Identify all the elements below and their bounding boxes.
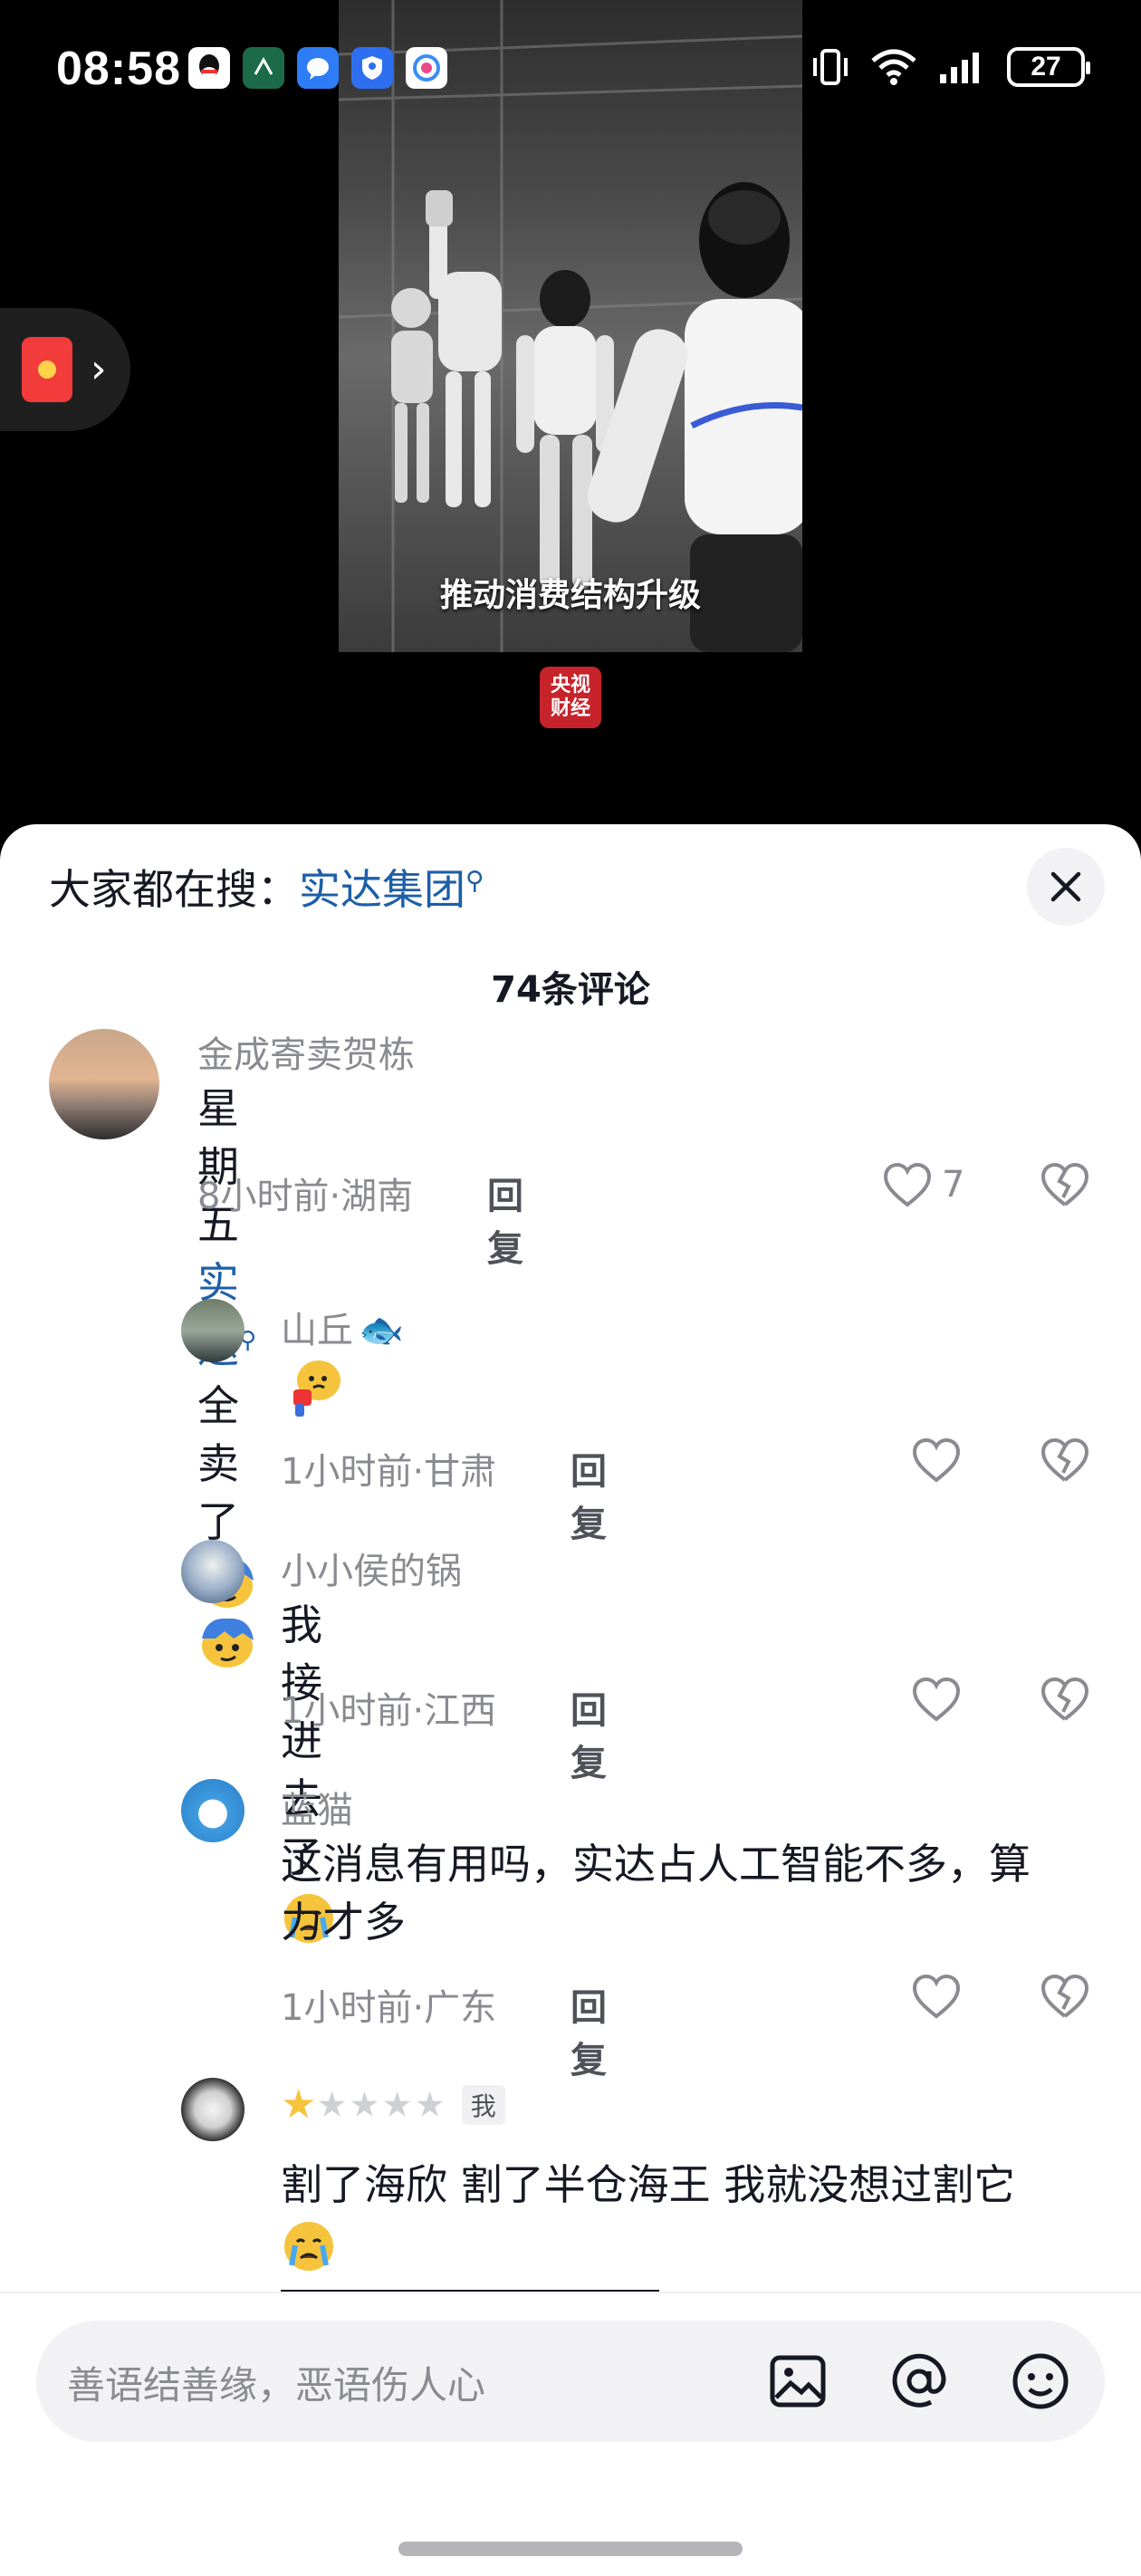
comment-author[interactable]: ★★★★★ 我 [281, 2081, 505, 2128]
close-icon [1050, 871, 1081, 902]
browser-icon [406, 47, 447, 89]
wifi-icon [871, 49, 916, 85]
fish-icon: 🐟 [359, 1310, 404, 1351]
emoji-button[interactable] [1009, 2350, 1072, 2413]
at-sign-icon [892, 2353, 946, 2408]
heart-icon [912, 1974, 961, 2019]
smiley-icon [1012, 2353, 1069, 2409]
heart-icon [912, 1437, 961, 1483]
star-filled-icon: ★ [281, 2081, 317, 2128]
reply-button[interactable]: 回复 [570, 1442, 607, 1547]
avatar[interactable] [181, 1779, 244, 1842]
like-count: 7 [942, 1164, 965, 1206]
rating-stars-icon: ★★★★ [316, 2084, 447, 2125]
vibrate-icon [813, 49, 848, 85]
search-suggestion-prefix: 大家都在搜： [49, 865, 299, 914]
broken-heart-icon [1040, 1974, 1089, 2018]
qq-icon [188, 47, 230, 89]
broken-heart-icon [1040, 1437, 1089, 1482]
search-suggestion-keyword[interactable]: 实达集团 [299, 865, 465, 914]
comment-author[interactable]: 金成寄卖贺栋 [197, 1025, 415, 1078]
app-icon [243, 47, 284, 89]
heart-icon [912, 1677, 961, 1722]
avatar[interactable] [49, 1029, 159, 1139]
sticker-emoji [293, 1360, 340, 1417]
comment-count: 74条评论 [491, 969, 650, 1011]
smug-face-emoji [202, 1619, 254, 1668]
like-button[interactable] [911, 1676, 962, 1723]
search-icon: ⚲ [465, 865, 484, 896]
reply-button[interactable]: 回复 [570, 1681, 607, 1786]
comment-meta: 1小时前·甘肃 [281, 1451, 497, 1493]
comment-input[interactable]: 善语结善缘，恶语伤人心 [36, 2321, 1105, 2442]
dislike-button[interactable] [1040, 1676, 1090, 1726]
chevron-right-icon: › [91, 346, 107, 392]
broken-heart-icon [1040, 1162, 1089, 1206]
home-indicator[interactable] [398, 2542, 743, 2556]
video-caption: 推动消费结构升级 [439, 577, 701, 614]
avatar[interactable] [181, 2078, 244, 2141]
avatar[interactable] [181, 1540, 244, 1603]
comment-input-placeholder: 善语结善缘，恶语伤人心 [67, 2363, 486, 2408]
mention-button[interactable] [887, 2350, 951, 2413]
comment-text [281, 1353, 346, 1418]
like-button[interactable] [911, 1973, 962, 2020]
comment-author[interactable]: 山丘 🐟 [281, 1301, 404, 1353]
battery-icon: 27 [1007, 47, 1090, 87]
like-button[interactable] [911, 1437, 962, 1484]
status-bar: 08:58 27 [0, 0, 1141, 136]
comment-meta: 1小时前·江西 [281, 1690, 497, 1732]
comment-meta: 8小时前·湖南 [197, 1176, 414, 1217]
system-status-icons: 27 [811, 47, 1090, 87]
image-icon [770, 2355, 826, 2408]
me-tag: 我 [461, 2084, 505, 2125]
avatar[interactable] [181, 1299, 244, 1362]
crying-face-emoji [284, 2221, 333, 2271]
heart-icon [883, 1162, 932, 1207]
notification-icons [188, 47, 447, 89]
image-button[interactable] [766, 2350, 829, 2413]
comment-input-bar: 善语结善缘，恶语伤人心 [0, 2292, 1141, 2576]
broken-heart-icon [1040, 1677, 1089, 1721]
clock: 08:58 [56, 43, 181, 95]
dislike-button[interactable] [1040, 1973, 1090, 2023]
reply-button[interactable]: 回复 [570, 1978, 607, 2083]
comment-text: 这消息有用吗，实达占人工智能不多，算力才多 [281, 1840, 1031, 1946]
comment-text: 割了海欣 割了半仓海王 我就没想过割它 [281, 2156, 1096, 2274]
search-suggestion[interactable]: 大家都在搜：实达集团⚲ [49, 857, 484, 917]
red-packet-button[interactable]: › [0, 308, 130, 431]
security-icon [351, 47, 393, 89]
comment-author[interactable]: 蓝猫 [281, 1781, 353, 1833]
like-button[interactable]: 7 [882, 1161, 964, 1208]
messages-icon [297, 47, 339, 89]
signal-icon [940, 53, 979, 83]
cctv-finance-logo: 央视 财经 [540, 667, 601, 728]
reply-button[interactable]: 回复 [487, 1167, 523, 1272]
comment-author[interactable]: 小小侯的锅 [281, 1542, 462, 1594]
close-button[interactable] [1027, 848, 1105, 926]
red-packet-icon [22, 337, 72, 402]
comment-meta: 1小时前·广东 [281, 1987, 497, 2029]
dislike-button[interactable] [1040, 1161, 1090, 1212]
dislike-button[interactable] [1040, 1437, 1090, 1487]
